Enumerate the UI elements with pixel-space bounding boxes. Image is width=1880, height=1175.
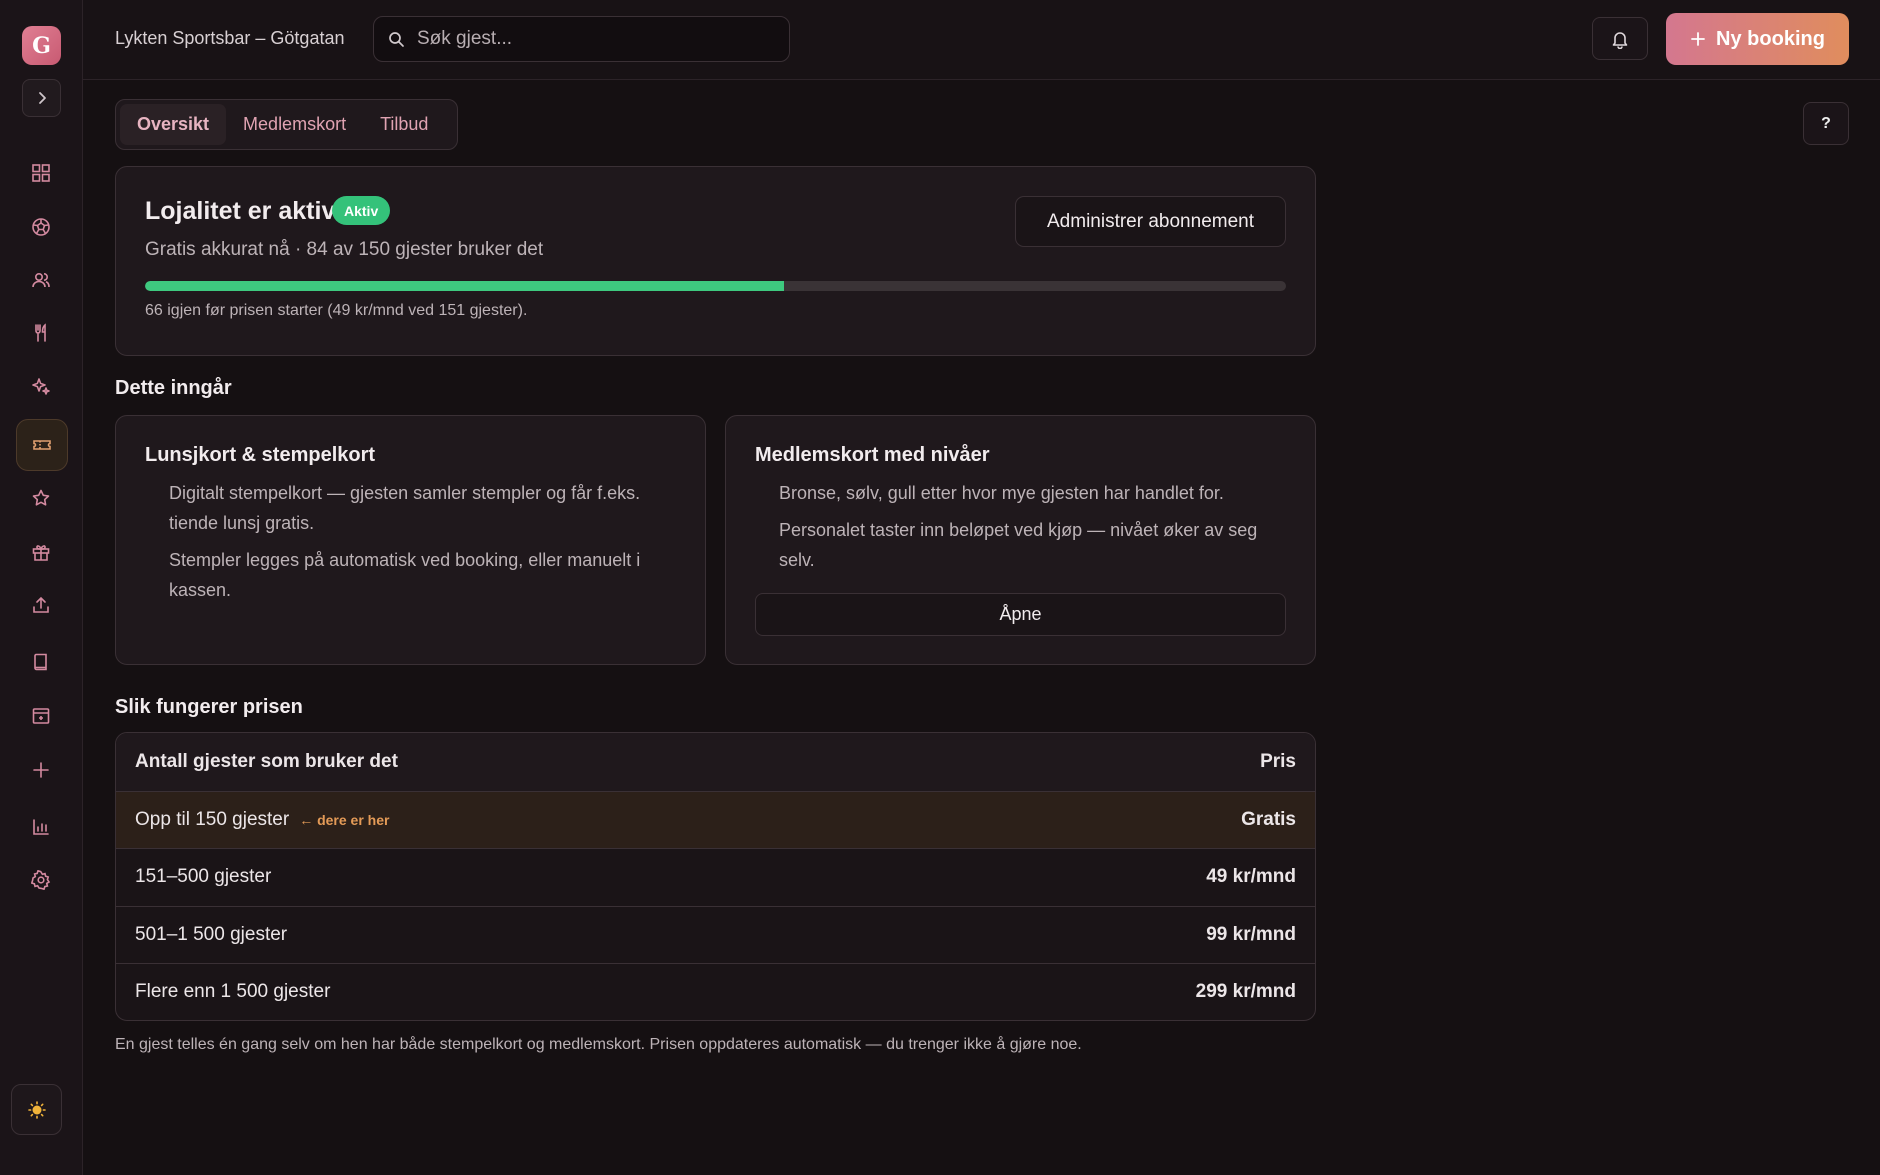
guest-search[interactable] bbox=[373, 16, 790, 62]
nav-guests[interactable] bbox=[26, 265, 56, 295]
nav-layout[interactable] bbox=[26, 701, 56, 731]
gift-icon bbox=[31, 542, 51, 562]
feature-card-stamp: Lunsjkort & stempelkort Digitalt stempel… bbox=[115, 415, 706, 665]
tab-medlemskort[interactable]: Medlemskort bbox=[226, 104, 363, 145]
dashboard-grid-icon bbox=[31, 163, 51, 183]
nav-export[interactable] bbox=[26, 590, 56, 620]
feature-title: Medlemskort med nivåer bbox=[755, 444, 990, 466]
open-membership-button[interactable]: Åpne bbox=[755, 593, 1286, 636]
loyalty-tabs: Oversikt Medlemskort Tilbud bbox=[115, 99, 458, 150]
upload-icon bbox=[31, 595, 51, 615]
nav-loyalty[interactable] bbox=[16, 419, 68, 471]
pricing-table: Antall gjester som bruker det Pris Opp t… bbox=[115, 732, 1316, 1021]
loyalty-status-card: Lojalitet er aktiv Aktiv Gratis akkurat … bbox=[115, 166, 1316, 356]
tab-oversikt[interactable]: Oversikt bbox=[120, 104, 227, 145]
tier-guests: Flere enn 1 500 gjester bbox=[135, 981, 331, 1003]
tier-price: 49 kr/mnd bbox=[1206, 866, 1296, 888]
pricing-footnote: En gjest telles én gang selv om hen har … bbox=[115, 1036, 1082, 1053]
new-booking-label: Ny booking bbox=[1716, 27, 1825, 50]
tier-guests: 151–500 gjester bbox=[135, 866, 272, 888]
nav-statistics[interactable] bbox=[26, 812, 56, 842]
nav-settings[interactable] bbox=[26, 865, 56, 895]
chevron-right-icon bbox=[34, 90, 50, 106]
search-input[interactable] bbox=[417, 28, 757, 50]
notifications-button[interactable] bbox=[1592, 17, 1648, 60]
plus-icon bbox=[1690, 31, 1706, 47]
tab-tilbud[interactable]: Tilbud bbox=[363, 104, 445, 145]
sidebar: G bbox=[0, 0, 83, 1175]
sparkles-icon bbox=[31, 376, 51, 396]
search-icon bbox=[388, 31, 405, 48]
current-tier-marker: ← dere er her bbox=[299, 811, 390, 828]
help-button[interactable]: ? bbox=[1803, 102, 1849, 145]
manage-subscription-button[interactable]: Administrer abonnement bbox=[1015, 196, 1286, 247]
app-logo[interactable]: G bbox=[22, 26, 61, 65]
column-header-price: Pris bbox=[1260, 750, 1296, 772]
bar-chart-icon bbox=[31, 817, 51, 837]
column-header-guests: Antall gjester som bruker det bbox=[135, 750, 398, 772]
feature-card-membership: Medlemskort med nivåer Bronse, sølv, gul… bbox=[725, 415, 1316, 665]
ticket-icon bbox=[32, 435, 52, 455]
users-icon bbox=[31, 270, 51, 290]
loyalty-title: Lojalitet er aktiv bbox=[145, 197, 336, 225]
pricing-heading: Slik fungerer prisen bbox=[115, 696, 303, 718]
nav-gifts[interactable] bbox=[26, 537, 56, 567]
new-booking-button[interactable]: Ny booking bbox=[1666, 13, 1849, 65]
nav-dashboard[interactable] bbox=[26, 158, 56, 188]
usage-progress-bar bbox=[145, 281, 1286, 291]
nav-reviews[interactable] bbox=[26, 483, 56, 513]
sun-icon bbox=[27, 1100, 46, 1119]
feature-line: Bronse, sølv, gull etter hvor mye gjeste… bbox=[779, 483, 1224, 503]
tier-guests: 501–1 500 gjester bbox=[135, 923, 288, 945]
theme-toggle-button[interactable] bbox=[11, 1084, 62, 1135]
bell-icon bbox=[1610, 29, 1630, 49]
nav-guide[interactable] bbox=[26, 647, 56, 677]
included-heading: Dette inngår bbox=[115, 377, 232, 399]
plus-icon bbox=[31, 760, 51, 780]
feature-line: Stempler legges på automatisk ved bookin… bbox=[169, 550, 641, 600]
status-badge: Aktiv bbox=[332, 196, 391, 225]
feature-line: Personalet taster inn beløpet ved kjøp —… bbox=[779, 520, 1258, 570]
tier-price: Gratis bbox=[1241, 808, 1296, 830]
nav-sports[interactable] bbox=[26, 212, 56, 242]
settings-gear-icon bbox=[31, 870, 51, 890]
nav-ai[interactable] bbox=[26, 371, 56, 401]
cutlery-icon bbox=[31, 323, 51, 343]
top-bar: Lykten Sportsbar – Götgatan Ny booking bbox=[83, 0, 1880, 80]
loyalty-note: 66 igjen før prisen starter (49 kr/mnd v… bbox=[145, 302, 528, 319]
usage-progress-fill bbox=[145, 281, 784, 291]
loyalty-subtitle: Gratis akkurat nå · 84 av 150 gjester br… bbox=[145, 239, 544, 260]
table-row: 501–1 500 gjester 99 kr/mnd bbox=[116, 905, 1315, 964]
nav-add[interactable] bbox=[26, 755, 56, 785]
nav-menu[interactable] bbox=[26, 318, 56, 348]
expand-sidebar-button[interactable] bbox=[22, 79, 61, 117]
tier-guests: Opp til 150 gjester ← dere er her bbox=[135, 808, 390, 830]
feature-title: Lunsjkort & stempelkort bbox=[145, 444, 376, 466]
feature-line: Digitalt stempelkort — gjesten samler st… bbox=[169, 483, 641, 533]
tier-price: 99 kr/mnd bbox=[1206, 923, 1296, 945]
star-icon bbox=[31, 488, 51, 508]
venue-name: Lykten Sportsbar – Götgatan bbox=[115, 28, 345, 48]
table-row: Flere enn 1 500 gjester 299 kr/mnd bbox=[116, 963, 1315, 1020]
table-row: 151–500 gjester 49 kr/mnd bbox=[116, 848, 1315, 906]
calendar-layout-icon bbox=[31, 706, 51, 726]
sports-ball-icon bbox=[31, 217, 51, 237]
table-row-current: Opp til 150 gjester ← dere er her Gratis bbox=[116, 790, 1315, 848]
tier-price: 299 kr/mnd bbox=[1195, 981, 1296, 1003]
book-icon bbox=[31, 652, 51, 672]
table-header-row: Antall gjester som bruker det Pris bbox=[116, 733, 1315, 791]
